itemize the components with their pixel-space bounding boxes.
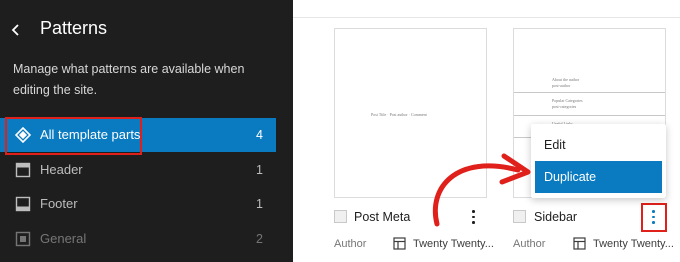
diamond-pattern-icon <box>15 127 31 143</box>
nav-item-label: General <box>40 231 87 246</box>
nav-item-header[interactable]: Header 1 <box>0 153 276 187</box>
nav-item-count: 4 <box>256 128 263 142</box>
nav-item-count: 2 <box>256 232 263 246</box>
pattern-preview-post-meta[interactable]: Post Title · Post author · Comment <box>334 28 487 198</box>
author-label: Author <box>513 238 546 250</box>
sidebar-title: Patterns <box>40 18 108 38</box>
nav-item-label: All template parts <box>40 127 141 142</box>
preview-divider <box>514 92 665 93</box>
sidebar: Patterns Manage what patterns are availa… <box>0 0 293 262</box>
pattern-name-post-meta: Post Meta <box>354 210 411 224</box>
author-label: Author <box>334 238 367 250</box>
general-layout-icon <box>15 231 31 247</box>
nav-item-label: Footer <box>40 196 78 211</box>
pattern-name-sidebar: Sidebar <box>534 210 578 224</box>
preview-text: About the author <box>552 77 580 82</box>
preview-text: post-author <box>552 83 571 88</box>
template-layout-icon <box>573 237 586 250</box>
footer-layout-icon <box>15 196 31 212</box>
header-layout-icon <box>15 162 31 178</box>
nav-item-count: 1 <box>256 197 263 211</box>
menu-item-edit[interactable]: Edit <box>535 129 662 161</box>
preview-text: post-categories <box>552 104 577 109</box>
sidebar-description: Manage what patterns are available when … <box>13 62 245 97</box>
preview-divider <box>514 115 665 116</box>
menu-item-duplicate[interactable]: Duplicate <box>535 161 662 193</box>
theme-name[interactable]: Twenty Twenty... <box>593 238 674 250</box>
nav-item-all-template-parts[interactable]: All template parts 4 <box>0 118 276 152</box>
more-actions-post-meta-icon[interactable] <box>463 207 483 227</box>
back-chevron-icon[interactable] <box>8 19 24 41</box>
header-divider <box>293 17 680 18</box>
nav-item-label: Header <box>40 162 83 177</box>
select-post-meta-checkbox[interactable] <box>334 210 347 223</box>
preview-text: Post Title · Post author · Comment <box>371 112 427 117</box>
nav-item-count: 1 <box>256 163 263 177</box>
template-layout-icon <box>393 237 406 250</box>
actions-dropdown-menu: Edit Duplicate <box>531 124 666 198</box>
theme-name[interactable]: Twenty Twenty... <box>413 238 494 250</box>
more-actions-sidebar-icon[interactable] <box>643 207 663 227</box>
preview-text: Popular Categories <box>552 98 583 103</box>
nav-item-footer[interactable]: Footer 1 <box>0 187 276 221</box>
select-sidebar-checkbox[interactable] <box>513 210 526 223</box>
nav-item-general[interactable]: General 2 <box>0 222 276 256</box>
